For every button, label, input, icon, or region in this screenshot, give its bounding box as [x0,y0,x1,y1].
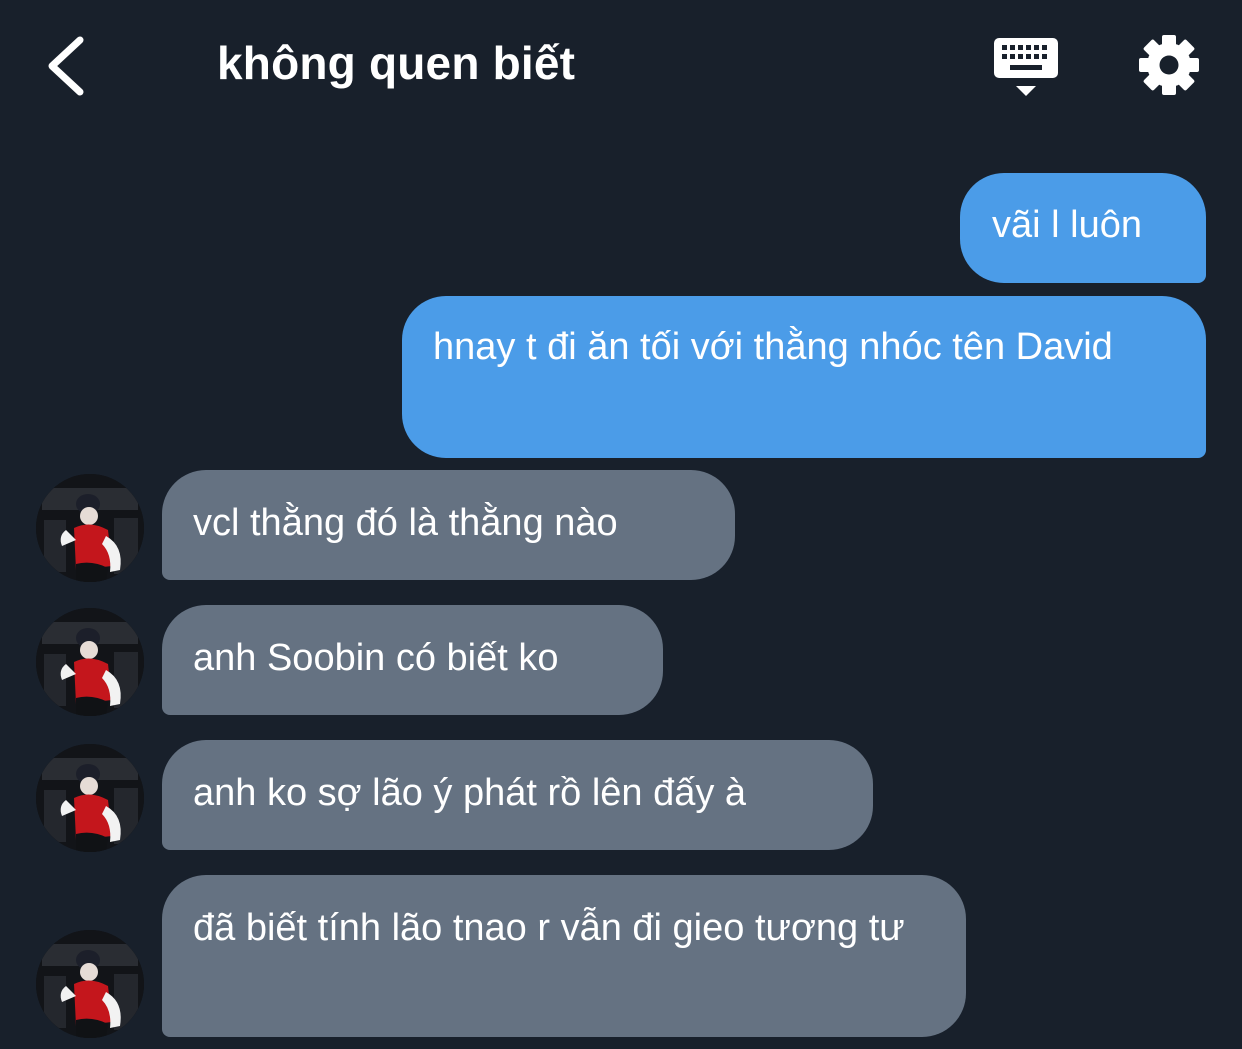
gear-icon [1139,35,1199,95]
settings-button[interactable] [1136,32,1202,98]
message-bubble-outgoing[interactable]: vãi l luôn [960,173,1206,283]
keyboard-toggle-button[interactable] [990,36,1062,100]
message-text: anh Soobin có biết ko [193,637,559,679]
message-text: vcl thằng đó là thằng nào [193,502,618,544]
contact-avatar[interactable] [36,608,144,716]
chat-header: không quen biết [0,0,1242,130]
message-bubble-incoming[interactable]: anh Soobin có biết ko [162,605,663,715]
avatar-image [36,608,144,716]
message-text: hnay t đi ăn tối với thằng nhóc tên Davi… [433,326,1113,368]
back-button[interactable] [40,30,100,100]
keyboard-hide-icon [994,38,1058,96]
chevron-left-icon [48,36,84,96]
contact-avatar[interactable] [36,930,144,1038]
chat-title: không quen biết [217,37,576,89]
message-bubble-incoming[interactable]: anh ko sợ lão ý phát rồ lên đấy à [162,740,873,850]
message-bubble-outgoing[interactable]: hnay t đi ăn tối với thằng nhóc tên Davi… [402,296,1206,458]
contact-avatar[interactable] [36,744,144,852]
message-text: anh ko sợ lão ý phát rồ lên đấy à [193,772,747,814]
message-text: vãi l luôn [992,204,1142,246]
avatar-image [36,474,144,582]
message-bubble-incoming[interactable]: vcl thằng đó là thằng nào [162,470,735,580]
contact-avatar[interactable] [36,474,144,582]
message-text: đã biết tính lão tnao r vẫn đi gieo tươn… [193,907,905,949]
avatar-image [36,744,144,852]
avatar-image [36,930,144,1038]
message-bubble-incoming[interactable]: đã biết tính lão tnao r vẫn đi gieo tươn… [162,875,966,1037]
